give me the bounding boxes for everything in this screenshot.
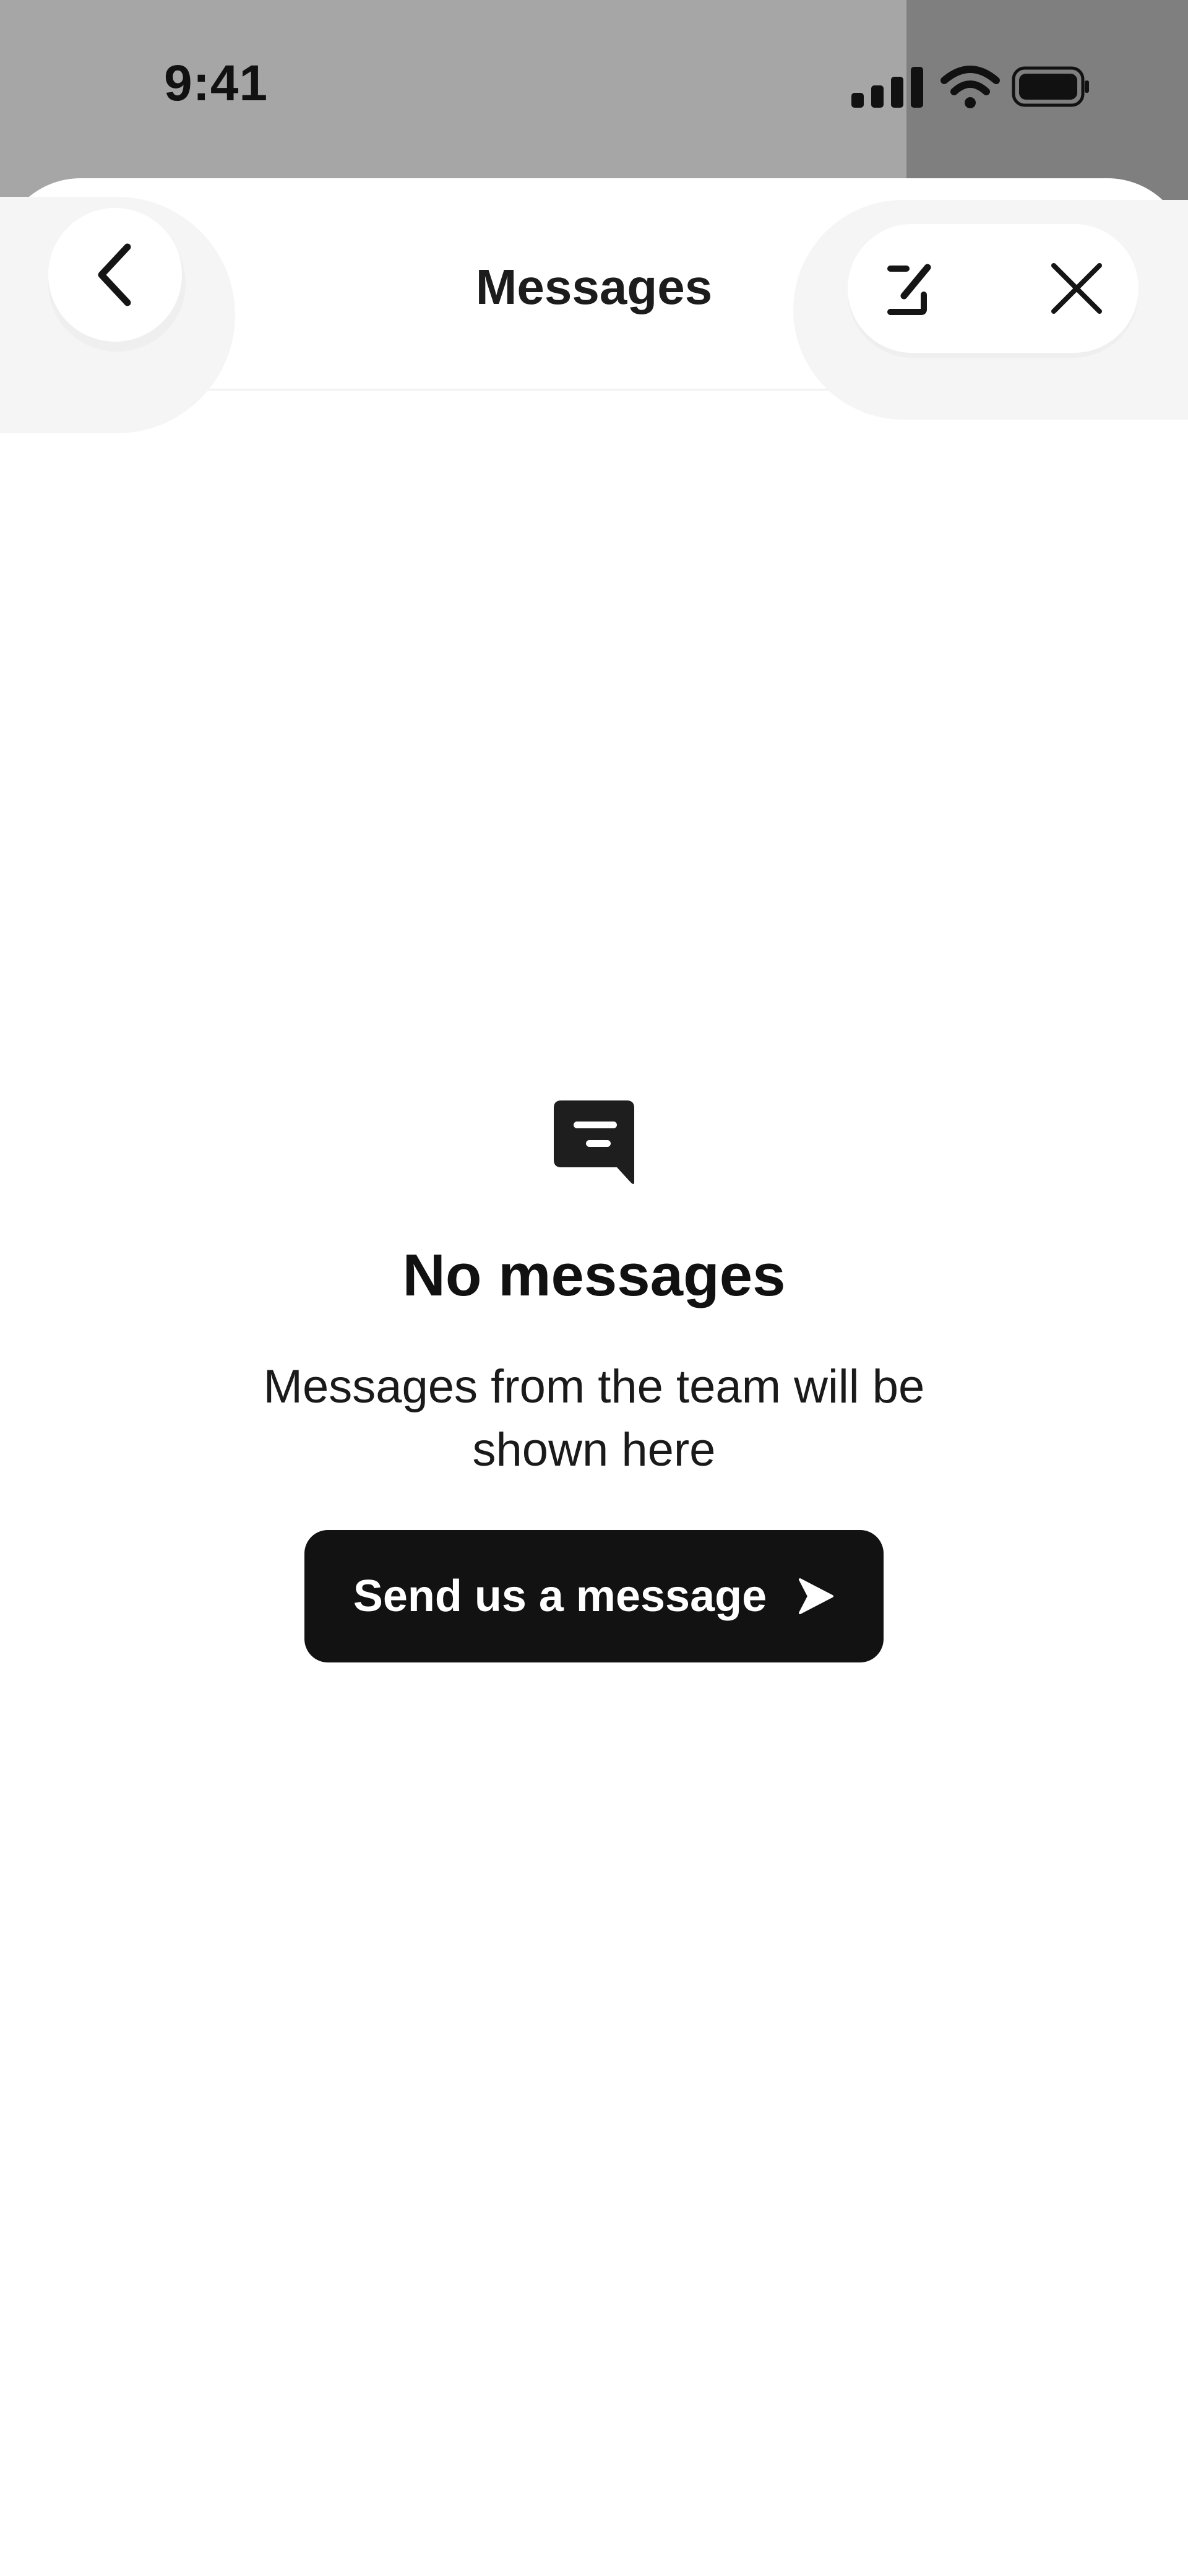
send-message-label: Send us a message bbox=[353, 1571, 767, 1621]
status-icons bbox=[851, 66, 1089, 108]
status-time: 9:41 bbox=[164, 55, 269, 111]
header-bar: Messages bbox=[0, 178, 1188, 433]
empty-state-title: No messages bbox=[402, 1242, 786, 1308]
battery-icon bbox=[1012, 66, 1089, 107]
send-arrow-icon bbox=[799, 1578, 834, 1614]
compose-button[interactable] bbox=[848, 224, 971, 353]
send-message-button[interactable]: Send us a message bbox=[304, 1530, 884, 1662]
empty-state-description: Messages from the team will be shown her… bbox=[263, 1360, 925, 1476]
close-button[interactable] bbox=[1015, 224, 1138, 353]
compose-icon bbox=[887, 264, 931, 315]
message-bubble-icon bbox=[554, 1100, 634, 1184]
close-icon bbox=[1051, 263, 1102, 314]
wifi-icon bbox=[940, 66, 1000, 95]
cellular-signal-icon bbox=[851, 67, 923, 108]
wifi-dot bbox=[965, 97, 976, 108]
